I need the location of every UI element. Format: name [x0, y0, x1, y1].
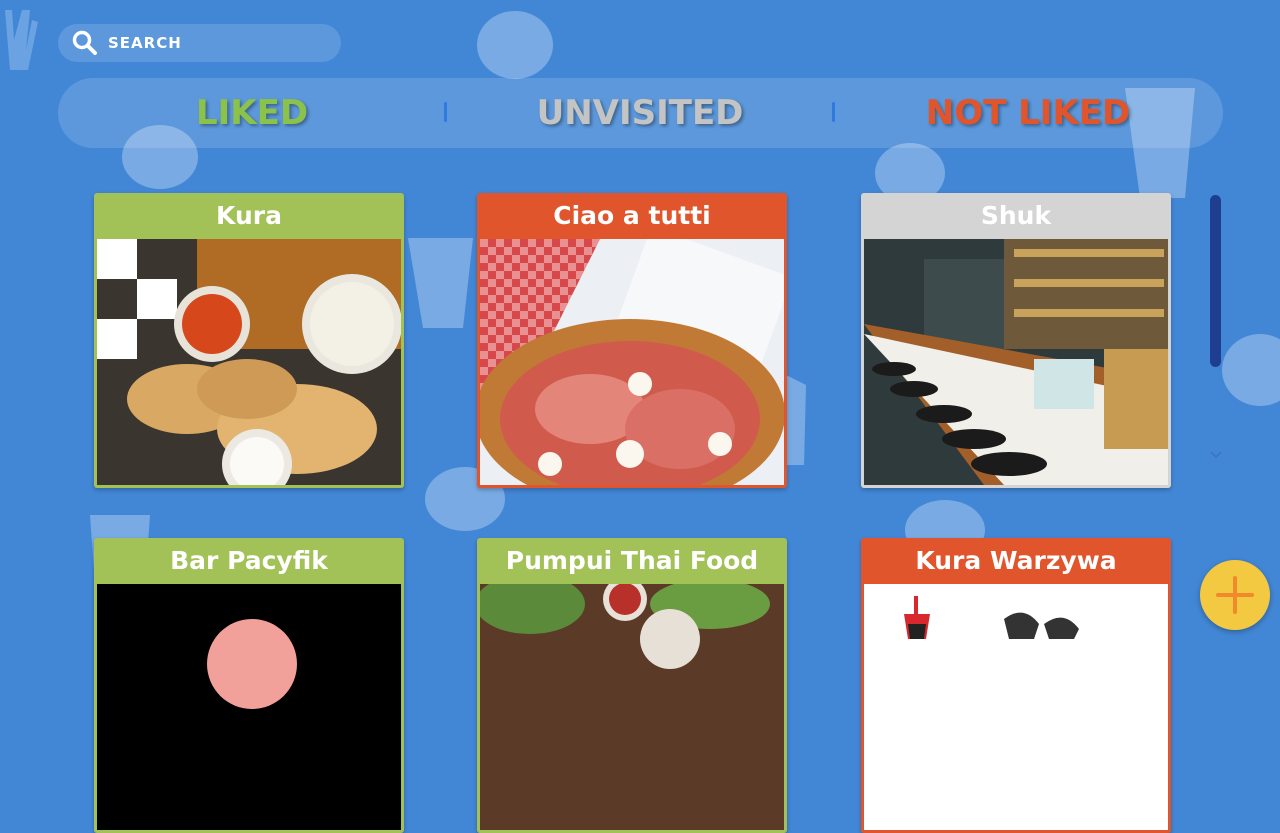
restaurant-name: Kura Warzywa	[915, 546, 1117, 575]
restaurant-name: Kura	[216, 201, 282, 230]
search-input[interactable]	[106, 33, 330, 53]
restaurant-photo	[480, 239, 784, 485]
tab-not-liked[interactable]: NOT LIKED	[878, 78, 1178, 148]
restaurant-photo	[97, 239, 401, 485]
tab-unvisited[interactable]: UNVISITED	[490, 78, 790, 148]
tab-liked[interactable]: LIKED	[102, 78, 402, 148]
restaurant-photo	[480, 584, 784, 830]
restaurant-name: Bar Pacyfik	[170, 546, 328, 575]
restaurant-name: Ciao a tutti	[553, 201, 711, 230]
restaurant-card[interactable]: Kura	[94, 193, 404, 488]
tab-divider	[444, 102, 447, 122]
restaurant-card[interactable]: Ciao a tutti	[477, 193, 787, 488]
filter-tabs: LIKED UNVISITED NOT LIKED	[58, 78, 1223, 148]
restaurant-card[interactable]: Kura Warzywa	[861, 538, 1171, 833]
restaurant-card[interactable]: Bar Pacyfik	[94, 538, 404, 833]
restaurant-name: Pumpui Thai Food	[505, 546, 759, 575]
tab-divider	[832, 102, 835, 122]
fries-background-icon	[786, 375, 806, 465]
fries-background-icon	[5, 10, 38, 70]
restaurant-photo	[97, 584, 401, 830]
scrollbar-thumb[interactable]	[1210, 195, 1221, 367]
restaurant-photo	[864, 239, 1168, 485]
restaurant-name: Shuk	[980, 201, 1052, 230]
fries-background-icon	[408, 238, 473, 328]
burger-background-icon	[477, 11, 553, 79]
add-restaurant-button[interactable]	[1200, 560, 1270, 630]
restaurant-card[interactable]: Pumpui Thai Food	[477, 538, 787, 833]
chevron-down-icon	[1210, 451, 1222, 459]
restaurant-card[interactable]: Shuk	[861, 193, 1171, 488]
burger-background-icon	[905, 500, 985, 540]
restaurant-photo	[864, 584, 1168, 830]
search-bar[interactable]	[58, 24, 341, 62]
burger-background-icon	[1222, 334, 1280, 406]
plus-icon	[1216, 576, 1254, 614]
search-icon	[72, 30, 97, 55]
